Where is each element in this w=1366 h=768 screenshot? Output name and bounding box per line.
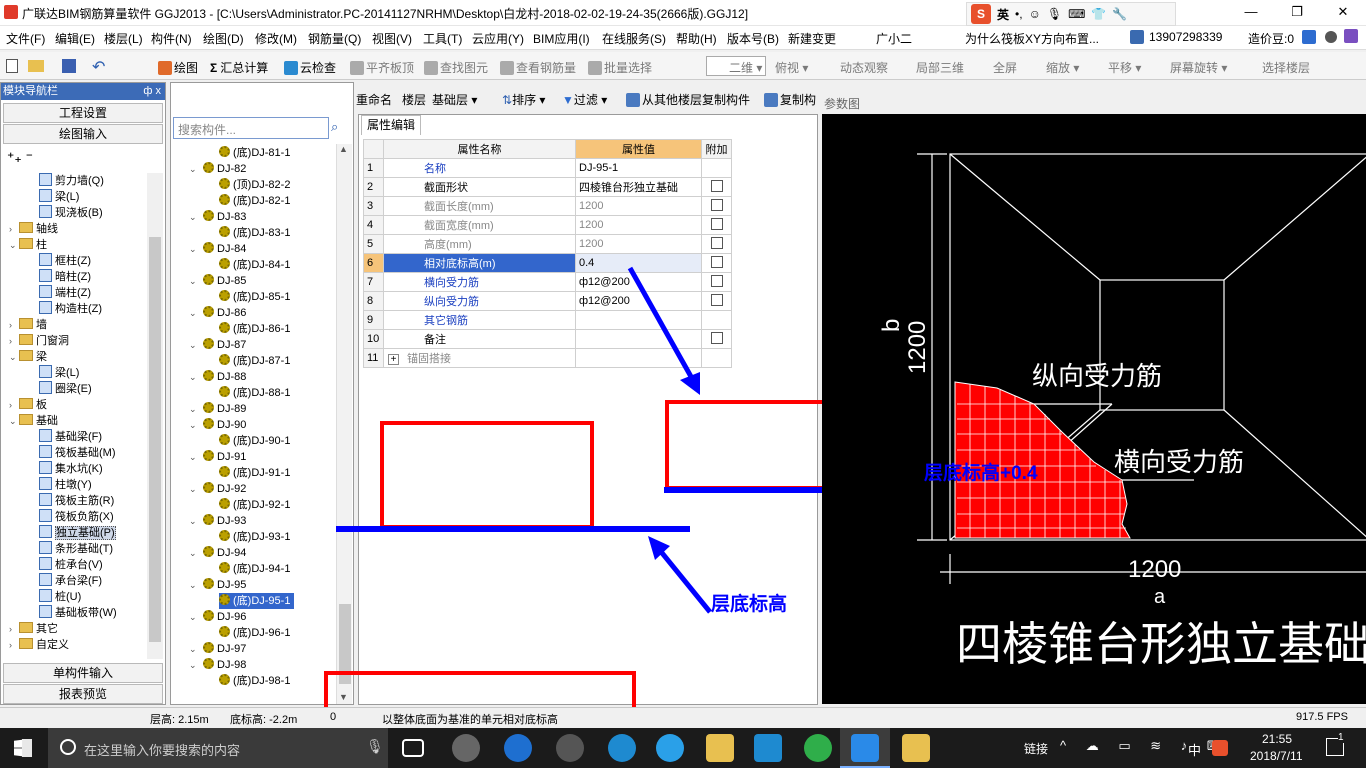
glodon-icon[interactable] bbox=[754, 734, 782, 762]
notes-icon[interactable] bbox=[902, 734, 930, 762]
dim-a-label: a bbox=[1154, 586, 1166, 608]
cortana-icon bbox=[60, 739, 76, 755]
fps-counter: 917.5 FPS bbox=[1296, 711, 1348, 723]
taskbar: 在这里输入你要搜索的内容 🎙 链接 ^ ☁ ▭ ≋ ♪ ⌨ 中 21:55 20… bbox=[0, 728, 1366, 768]
arrow-to-raised bbox=[627, 266, 697, 384]
dim-a-value: 1200 bbox=[1128, 556, 1182, 583]
dim-b-value: 1200 bbox=[904, 320, 931, 374]
task-view-icon[interactable] bbox=[402, 739, 424, 757]
ie-icon[interactable] bbox=[504, 734, 532, 762]
notification-count: 1 bbox=[1338, 732, 1344, 743]
lang-indicator[interactable]: 中 bbox=[1188, 740, 1201, 759]
ie2-icon[interactable] bbox=[656, 734, 684, 762]
arrow-to-floor bbox=[656, 546, 712, 614]
mic-icon[interactable]: 🎙 bbox=[366, 738, 384, 755]
parameter-diagram: 纵向受力筋 横向受力筋 b 1200 1200 a 四棱锥台形独立基础 bbox=[822, 114, 1366, 704]
app-icon-3[interactable] bbox=[556, 734, 584, 762]
start-icon-right[interactable] bbox=[22, 739, 32, 757]
floor-bottom-annotation: 层底标高 bbox=[711, 594, 788, 615]
ggj-icon[interactable] bbox=[851, 734, 879, 762]
taskbar-search-box[interactable]: 在这里输入你要搜索的内容 🎙 bbox=[48, 728, 388, 768]
original-foundation-box bbox=[380, 421, 594, 529]
explorer-icon[interactable] bbox=[706, 734, 734, 762]
edge-icon[interactable] bbox=[608, 734, 636, 762]
diagram-title: 四棱锥台形独立基础 bbox=[956, 618, 1366, 670]
status-hint: 以整体底面为基准的单元相对底标高 bbox=[382, 714, 558, 726]
sogou-tray-icon[interactable] bbox=[1212, 740, 1228, 756]
clock-time[interactable]: 21:55 bbox=[1262, 732, 1292, 746]
tray-icons[interactable]: ^ ☁ ▭ ≋ ♪ ⌨ bbox=[1060, 738, 1234, 754]
clock-date[interactable]: 2018/7/11 bbox=[1250, 749, 1303, 763]
floor-height: 层高: 2.15m bbox=[150, 714, 209, 726]
status-zero: 0 bbox=[330, 711, 337, 723]
cad-tab-bar: 参数图 bbox=[820, 90, 1366, 112]
browser-icon[interactable] bbox=[804, 734, 832, 762]
raised-bottom-annotation: 层底标高+0.4 bbox=[924, 463, 1038, 484]
bottom-elevation: 底标高: -2.2m bbox=[230, 714, 298, 726]
link-label[interactable]: 链接 bbox=[1024, 740, 1048, 757]
dim-b-label: b bbox=[878, 318, 905, 332]
fan-app-icon[interactable] bbox=[452, 734, 480, 762]
long-bar-label: 纵向受力筋 bbox=[1032, 361, 1163, 391]
taskbar-search-placeholder: 在这里输入你要搜索的内容 bbox=[84, 743, 241, 758]
trans-bar-label: 横向受力筋 bbox=[1114, 447, 1245, 477]
param-tab[interactable]: 参数图 bbox=[824, 95, 860, 112]
status-bar: 层高: 2.15m 底标高: -2.2m 0 以整体底面为基准的单元相对底标高 … bbox=[0, 707, 1366, 728]
